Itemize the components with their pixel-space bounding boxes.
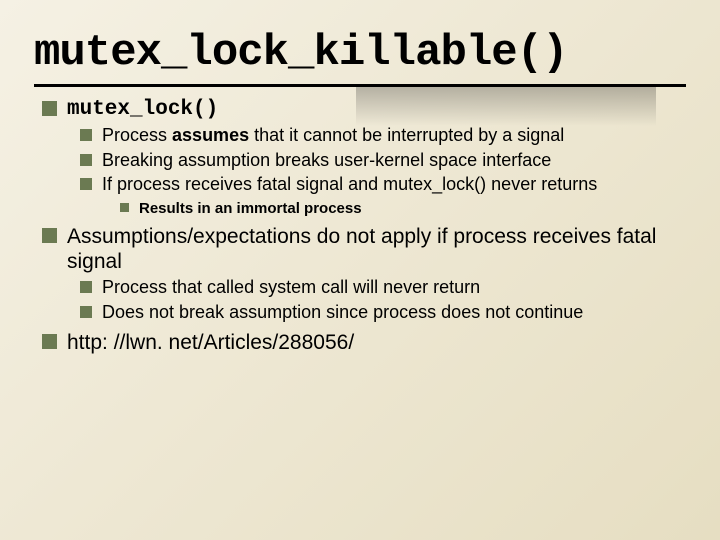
bullet-text: Process assumes that it cannot be interr… (102, 125, 564, 147)
bullet-icon (80, 281, 92, 293)
bullet-icon (80, 178, 92, 190)
bullet-lvl1: mutex_lock() (42, 97, 686, 122)
title-rule (34, 84, 686, 87)
bullet-lvl3: Results in an immortal process (120, 200, 686, 218)
bullet-icon (80, 306, 92, 318)
bullet-icon (80, 154, 92, 166)
bullet-lvl2: If process receives fatal signal and mut… (80, 174, 686, 196)
slide-body: mutex_lock() Process assumes that it cann… (34, 97, 686, 355)
bullet-text: Process that called system call will nev… (102, 277, 480, 299)
bullet-lvl1: http: //lwn. net/Articles/288056/ (42, 330, 686, 355)
bullet-icon (42, 228, 57, 243)
bullet-icon (42, 101, 57, 116)
bullet-text: Assumptions/expectations do not apply if… (67, 224, 686, 274)
bullet-icon (80, 129, 92, 141)
bullet-lvl2: Does not break assumption since process … (80, 302, 686, 324)
bullet-text: Does not break assumption since process … (102, 302, 583, 324)
bullet-icon (120, 203, 129, 212)
bullet-lvl2: Breaking assumption breaks user-kernel s… (80, 150, 686, 172)
bullet-text: Breaking assumption breaks user-kernel s… (102, 150, 551, 172)
bullet-text: http: //lwn. net/Articles/288056/ (67, 330, 354, 355)
bullet-text: mutex_lock() (67, 97, 218, 122)
bullet-text: If process receives fatal signal and mut… (102, 174, 597, 196)
bullet-icon (42, 334, 57, 349)
slide: mutex_lock_killable() mutex_lock() Proces… (0, 0, 720, 540)
bullet-lvl2: Process that called system call will nev… (80, 277, 686, 299)
bullet-lvl2: Process assumes that it cannot be interr… (80, 125, 686, 147)
bullet-text: Results in an immortal process (139, 200, 362, 218)
slide-title: mutex_lock_killable() (34, 28, 686, 78)
bullet-lvl1: Assumptions/expectations do not apply if… (42, 224, 686, 274)
